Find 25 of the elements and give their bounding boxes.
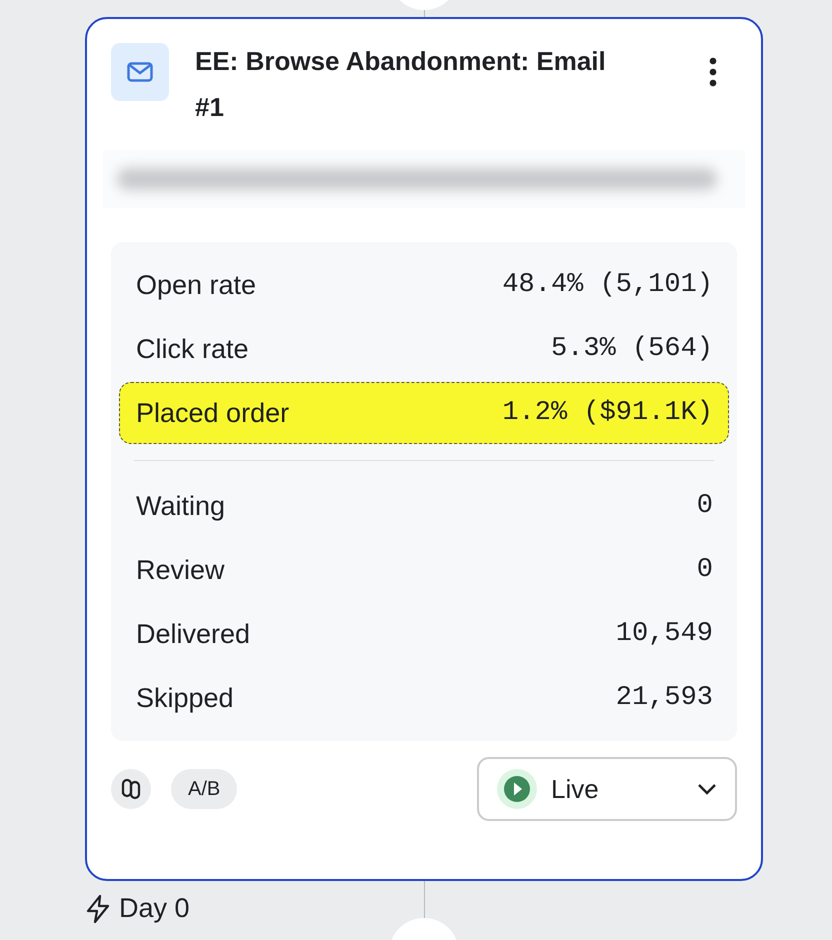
email-card[interactable]: EE: Browse Abandonment: Email #1 Open rate 48.4% (5,101) Click rate 5.3% (564) Placed order 1.2% ($91.1K) Waiting 0 Review 0 Delivered 10,549 Skipped 21,593 A/B Live: [85, 17, 763, 881]
count-value: 0: [696, 491, 713, 521]
metric-value: 1.2% ($91.1K): [502, 398, 713, 428]
metric-value: 5.3% (564): [550, 334, 713, 364]
count-value: 21,593: [616, 683, 713, 713]
metric-label: Click rate: [136, 334, 249, 364]
trigger-label: Day 0: [119, 893, 190, 924]
link-icon[interactable]: [111, 769, 151, 809]
more-options-icon[interactable]: [709, 57, 717, 87]
metric-value: 48.4% (5,101): [502, 270, 713, 300]
count-value: 10,549: [616, 619, 713, 649]
lightning-icon: [85, 894, 111, 924]
count-label: Waiting: [136, 490, 226, 522]
count-label: Review: [136, 554, 225, 586]
status-dropdown[interactable]: Live: [477, 757, 737, 821]
count-label: Delivered: [136, 618, 250, 650]
chevron-down-icon: [697, 783, 717, 795]
ab-test-badge: A/B: [171, 769, 238, 809]
count-value: 0: [696, 555, 713, 585]
play-icon: [497, 769, 537, 809]
metric-label: Open rate: [136, 270, 256, 300]
count-label: Skipped: [136, 682, 234, 714]
metric-label: Placed order: [136, 398, 290, 428]
card-title: EE: Browse Abandonment: Email #1: [195, 45, 607, 124]
email-icon: [111, 43, 169, 101]
